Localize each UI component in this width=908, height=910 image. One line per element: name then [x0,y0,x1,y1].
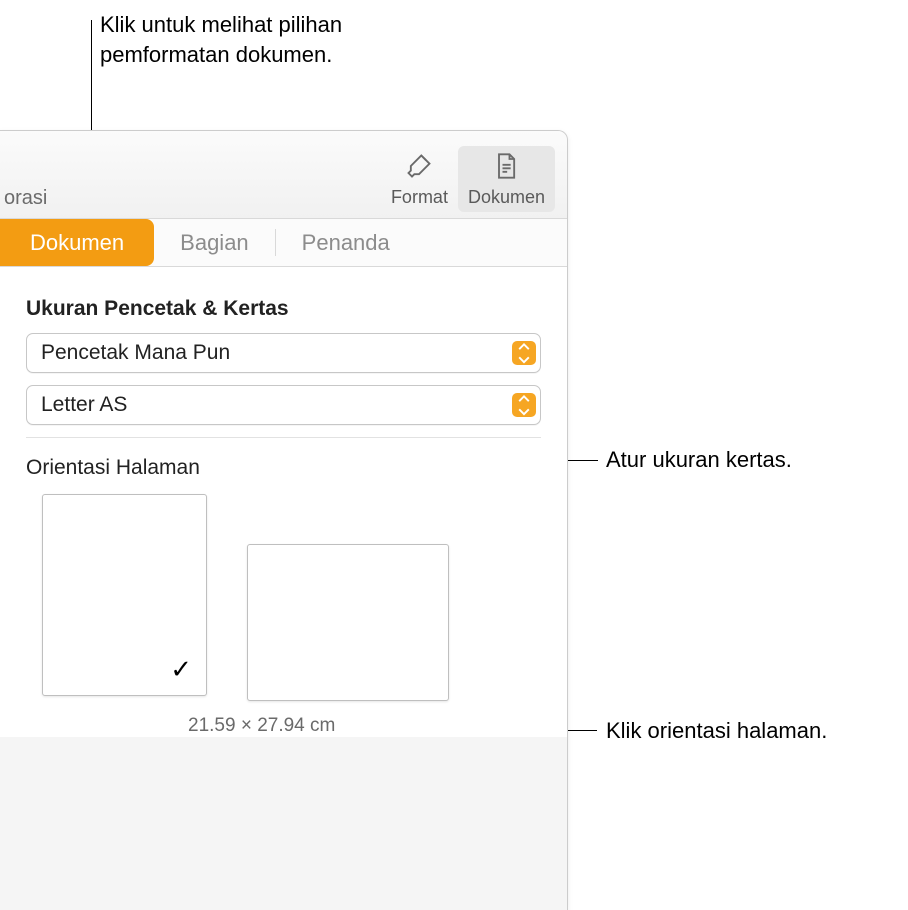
printer-paper-title: Ukuran Pencetak & Kertas [26,297,541,321]
paper-size-select[interactable]: Letter AS [26,385,541,425]
orientation-portrait[interactable]: ✓ [42,494,207,696]
format-button-label: Format [391,187,448,208]
orientation-row: ✓ [42,494,541,701]
checkmark-icon: ✓ [170,654,192,685]
updown-arrow-icon [512,393,536,417]
tabs-row: Dokumen Bagian Penanda [0,219,567,267]
orientation-landscape[interactable] [247,544,449,701]
tab-bookmarks[interactable]: Penanda [276,219,416,266]
paintbrush-icon [405,152,433,185]
paper-size-select-value: Letter AS [41,393,127,417]
tab-section[interactable]: Bagian [154,219,275,266]
document-icon [492,152,520,185]
printer-select-value: Pencetak Mana Pun [41,341,230,365]
callout-top: Klik untuk melihat pilihan pemformatan d… [100,10,342,69]
toolbar-right-group: Format Dokumen [381,146,555,212]
callout-paper: Atur ukuran kertas. [606,445,792,475]
printer-select[interactable]: Pencetak Mana Pun [26,333,541,373]
document-button[interactable]: Dokumen [458,146,555,212]
format-button[interactable]: Format [381,146,458,212]
callout-orient: Klik orientasi halaman. [606,716,827,746]
toolbar-left-fragment: orasi [0,187,47,210]
panel-body: Ukuran Pencetak & Kertas Pencetak Mana P… [0,267,567,737]
document-button-label: Dokumen [468,187,545,208]
toolbar: orasi Format [0,131,567,219]
inspector-panel: orasi Format [0,130,568,910]
orientation-title: Orientasi Halaman [26,456,541,480]
updown-arrow-icon [512,341,536,365]
tab-document[interactable]: Dokumen [0,219,154,266]
divider [26,437,541,438]
page-dimensions-label: 21.59 × 27.94 cm [26,715,541,737]
